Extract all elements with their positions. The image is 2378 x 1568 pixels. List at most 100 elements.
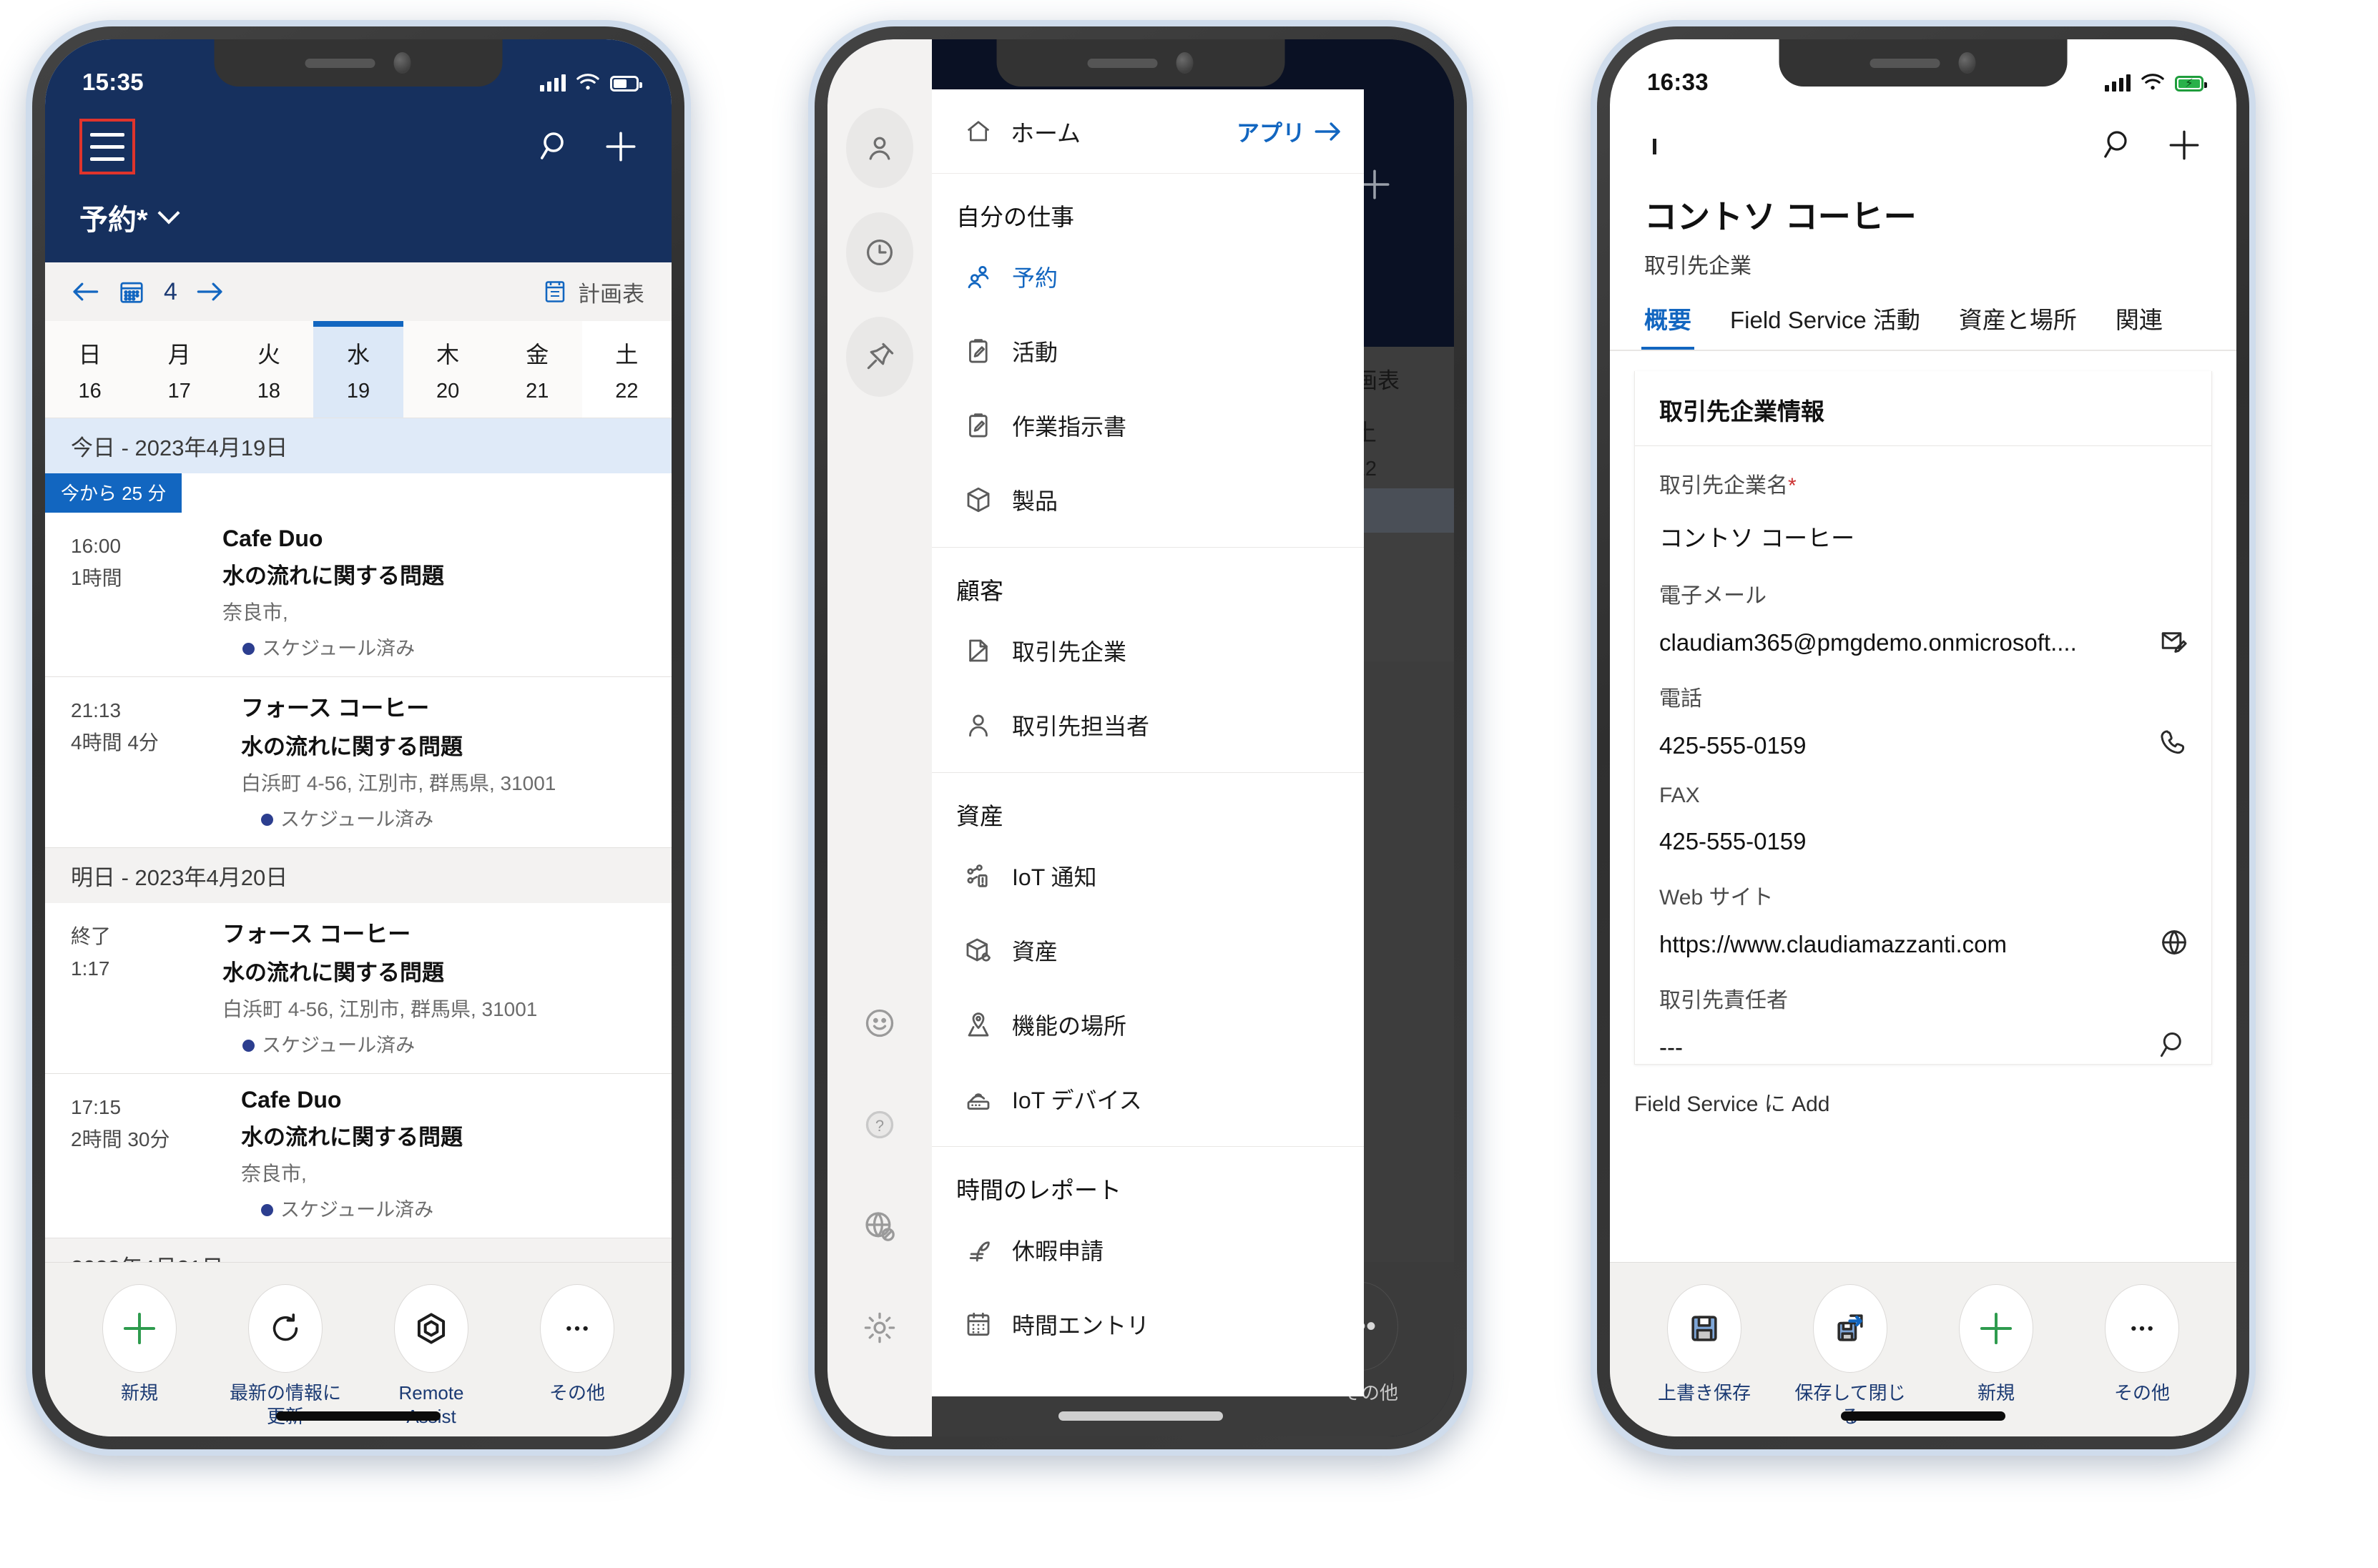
week-day-21[interactable]: 金 21 (493, 321, 582, 418)
field-label-text: FAX (1659, 784, 1700, 807)
sitemap-item-time-entry-calendar[interactable]: 時間エントリ (932, 1287, 1364, 1361)
tab-1[interactable]: Field Service 活動 (1730, 301, 1920, 350)
tab-3[interactable]: 関連 (2116, 301, 2163, 350)
week-day-number: 18 (257, 380, 280, 403)
week-day-18[interactable]: 火 18 (224, 321, 313, 418)
sitemap-item-product-box[interactable]: 製品 (932, 463, 1364, 537)
globe-icon[interactable] (2158, 927, 2190, 958)
week-day-number: 17 (167, 380, 191, 403)
form-field-0[interactable]: 取引先企業名* コントソ コーヒー (1635, 446, 2211, 556)
lookup-search-icon[interactable] (2158, 1030, 2190, 1061)
schedule-board-button[interactable]: 計画表 (542, 276, 644, 308)
sitemap-item-asset-wrench[interactable]: 資産 (932, 913, 1364, 987)
week-day-22[interactable]: 土 22 (581, 321, 672, 418)
status-time: 16:33 (1647, 69, 1709, 95)
appointment-row[interactable]: 終了 1:17 フォース コーヒー 水の流れに関する問題 白浜町 4-56, 江別市, … (45, 903, 672, 1074)
appointment-row[interactable]: 16:00 1時間 Cafe Duo 水の流れに関する問題 奈良市, スケジュール済み (45, 513, 672, 677)
sitemap-item-contact-person[interactable]: 取引先担当者 (932, 688, 1364, 762)
front-camera (1176, 52, 1194, 74)
command-plus[interactable]: 新規 (67, 1284, 212, 1436)
back-chevron-icon[interactable] (1644, 139, 1656, 154)
nav-group-header: 自分の仕事 (956, 204, 1074, 230)
week-day-19[interactable]: 水 19 (313, 321, 403, 418)
rail-user-avatar[interactable] (846, 108, 913, 188)
tab-2[interactable]: 資産と場所 (1959, 301, 2077, 350)
sitemap-item-label: 時間エントリ (1012, 1313, 1150, 1338)
form-field-5[interactable]: 取引先責任者 --- (1635, 961, 2211, 1064)
appointment-subject: 水の流れに関する問題 (241, 1125, 463, 1150)
appointment-subject: 水の流れに関する問題 (222, 563, 444, 588)
week-strip: 日 16 月 17 火 18 水 19 木 20 金 21 土 22 (45, 321, 672, 418)
work-order-clipboard-icon (956, 410, 1001, 440)
sitemap-item-label: 取引先企業 (1012, 639, 1127, 665)
sitemap-item-home[interactable]: ホーム アプリ (932, 89, 1364, 174)
sitemap-item-functional-location-pin[interactable]: 機能の場所 (932, 987, 1364, 1062)
search-icon[interactable] (2102, 128, 2136, 162)
header-action-row (45, 108, 672, 185)
sitemap-item-time-off[interactable]: 休暇申請 (932, 1213, 1364, 1287)
appointment-subject: 水の流れに関する問題 (222, 960, 444, 985)
command-more-ellipsis[interactable]: その他 (504, 1284, 650, 1436)
apps-switcher-button[interactable]: アプリ (1237, 115, 1342, 148)
phone-screen-bookings: 15:35 予約* 4 計画表 日 16 月 17 火 18 水 19 木 20… (45, 39, 672, 1436)
chevron-down-icon[interactable] (157, 202, 180, 225)
appointment-row[interactable]: 17:15 2時間 30分 Cafe Duo 水の流れに関する問題 奈良市, スケジュール… (45, 1074, 672, 1238)
phone-icon[interactable] (2158, 728, 2190, 759)
prev-week-arrow-icon[interactable] (71, 280, 99, 304)
save-icon (1667, 1284, 1741, 1373)
view-selector[interactable]: 予約* (45, 185, 672, 262)
appointment-time: 21:13 (71, 699, 122, 721)
smiley-feedback-icon (862, 1005, 898, 1041)
form-field-3[interactable]: FAX 425-555-0159 (1635, 762, 2211, 858)
appointment-account: Cafe Duo (222, 526, 323, 551)
rail-pin[interactable] (846, 317, 913, 397)
next-week-arrow-icon[interactable] (196, 280, 225, 304)
week-day-17[interactable]: 月 17 (134, 321, 224, 418)
week-day-16[interactable]: 日 16 (45, 321, 134, 418)
rail-smiley-feedback[interactable] (846, 983, 913, 1063)
week-day-20[interactable]: 木 20 (403, 321, 493, 418)
search-icon[interactable] (539, 129, 573, 164)
phone-screen-sitemap: 計画表 土 22 ••• その他 ? (827, 39, 1454, 1436)
plus-icon[interactable] (2166, 127, 2202, 163)
status-text: スケジュール済み (280, 1199, 434, 1221)
field-label: 電子メール (1659, 578, 2187, 609)
appointment-time: 17:15 (71, 1096, 122, 1118)
rail-settings-gear[interactable] (846, 1288, 913, 1368)
appointment-row[interactable]: 21:13 4時間 4分 フォース コーヒー 水の流れに関する問題 白浜町 4-56, … (45, 677, 672, 848)
email-icon[interactable] (2158, 625, 2190, 656)
iot-alert-icon (956, 861, 1001, 891)
sitemap-item-bookable-resource[interactable]: 予約 (932, 240, 1364, 314)
day-group-header: 明日 - 2023年4月20日 (45, 848, 672, 903)
view-title: 予約* (79, 204, 148, 236)
form-field-1[interactable]: 電子メール claudiam365@pmgdemo.onmicrosoft.... (1635, 556, 2211, 659)
field-label: Web サイト (1659, 879, 2187, 911)
contact-person-icon (956, 710, 1001, 740)
command-more-ellipsis[interactable]: その他 (2069, 1284, 2215, 1436)
rail-offline-globe[interactable] (846, 1186, 913, 1266)
sitemap-item-account[interactable]: 取引先企業 (932, 613, 1364, 688)
hamburger-menu-icon[interactable] (79, 119, 135, 174)
week-day-number: 16 (78, 380, 102, 403)
form-field-4[interactable]: Web サイト https://www.claudiamazzanti.com (1635, 858, 2211, 961)
sitemap-item-label: 機能の場所 (1012, 1013, 1127, 1039)
field-label-text: 取引先企業名 (1659, 474, 1788, 498)
command-save[interactable]: 上書き保存 (1631, 1284, 1777, 1436)
plus-icon[interactable] (603, 129, 639, 164)
calendar-icon[interactable] (118, 278, 145, 305)
sitemap-item-iot-device[interactable]: IoT デバイス (932, 1062, 1364, 1136)
tab-0[interactable]: 概要 (1641, 301, 1694, 350)
form-field-2[interactable]: 電話 425-555-0159 (1635, 659, 2211, 762)
sitemap-item-iot-alert[interactable]: IoT 通知 (932, 839, 1364, 913)
appointment-list: 今日 - 2023年4月19日 今から 25 分 16:00 1時間 Cafe Duo 水… (45, 418, 672, 1333)
status-text: スケジュール済み (262, 1035, 416, 1056)
svg-text:?: ? (875, 1117, 884, 1135)
sitemap-item-work-order-clipboard[interactable]: 作業指示書 (932, 388, 1364, 463)
schedule-board-icon (542, 278, 568, 305)
status-dot (242, 643, 255, 655)
appointment-duration: 2時間 30分 (71, 1128, 170, 1151)
sitemap-item-activity-clipboard[interactable]: 活動 (932, 314, 1364, 388)
rail-recent-clock[interactable] (846, 212, 913, 292)
more-ellipsis-icon (540, 1284, 614, 1373)
rail-help-question[interactable]: ? (846, 1085, 913, 1165)
